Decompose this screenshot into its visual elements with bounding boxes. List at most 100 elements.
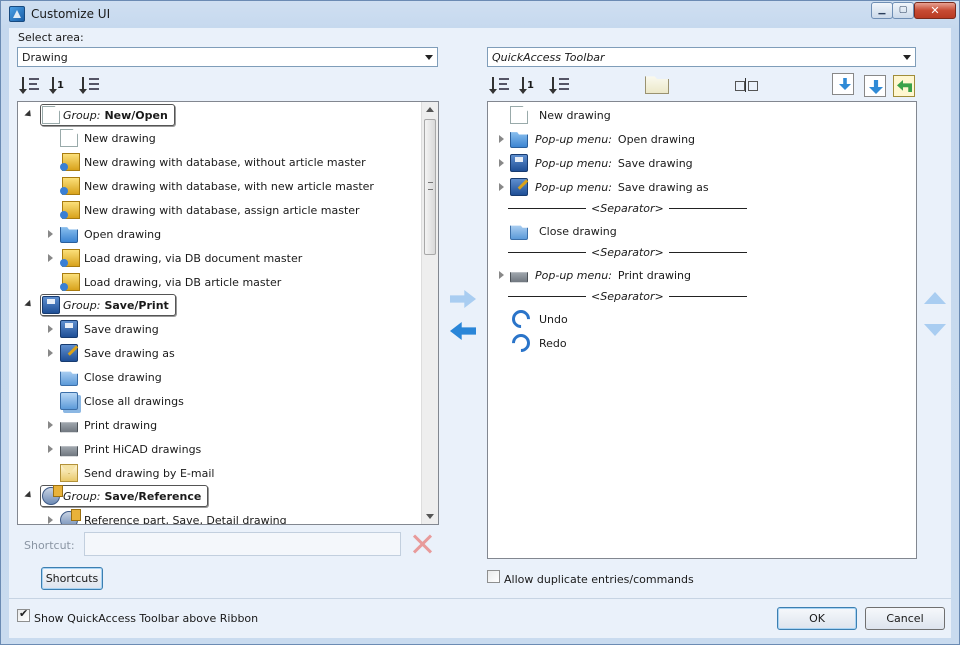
tree-item[interactable]: Load drawing, via DB article master [58,271,281,293]
toolbar-select-value: QuickAccess Toolbar [492,51,605,64]
tree-item[interactable]: New drawing [58,127,156,149]
tree-item[interactable]: Save drawing as [48,342,175,364]
toolbar-entry[interactable]: Undo [508,306,568,332]
remove-from-toolbar-icon[interactable] [450,322,476,340]
expand-icon[interactable] [48,516,53,524]
tree-scrollbar[interactable] [421,102,438,524]
tree-item-label: Send drawing by E-mail [84,466,215,480]
list-line-icon [29,83,37,85]
scroll-thumb[interactable] [424,119,436,255]
group-label: Group: [63,298,101,312]
expand-icon[interactable] [499,271,504,279]
add-separator-icon[interactable] [735,78,758,92]
toolbar-entry[interactable]: Redo [508,330,567,356]
scroll-up-icon[interactable] [426,107,434,112]
separator-entry[interactable]: <Separator> [508,244,747,260]
cancel-button[interactable]: Cancel [865,607,945,630]
reference-icon [60,509,81,524]
tree-item[interactable]: Close drawing [58,366,162,388]
expand-icon[interactable] [48,421,53,429]
move-up-icon[interactable] [924,292,946,304]
sort-tree-button[interactable] [19,76,41,94]
expand-icon[interactable] [48,325,53,333]
tree-item[interactable]: Send drawing by E-mail [58,462,214,484]
expand-icon[interactable] [48,349,53,357]
move-down-icon[interactable] [924,324,946,336]
expand-icon[interactable] [48,230,53,238]
separator-entry[interactable]: <Separator> [508,200,747,216]
tree-item[interactable]: New drawing with database, assign articl… [58,199,360,221]
collapse-icon[interactable] [24,299,34,310]
export-icon[interactable] [864,75,886,97]
toolbar-select[interactable]: QuickAccess Toolbar [487,47,916,67]
right-sort-numeric-button[interactable]: 1 [519,76,541,94]
allow-duplicates-label: Allow duplicate entries/commands [504,573,694,586]
expand-icon[interactable] [499,183,504,191]
import-icon[interactable] [832,73,854,95]
sort-arrow-icon [49,77,57,94]
group-name: New/Open [104,108,168,122]
add-to-toolbar-icon[interactable] [450,290,476,308]
toolbar-entry[interactable]: Pop-up menu: Open drawing [499,128,696,150]
tree-item[interactable]: Save drawing [48,318,159,340]
tree-group-row[interactable]: Group: New/Open [18,104,418,126]
sort-list-button[interactable] [79,76,101,94]
group-name: Save/Print [104,298,169,312]
tree-item[interactable]: New drawing with database, without artic… [58,151,366,173]
tree-item[interactable]: Open drawing [48,223,161,245]
reset-icon[interactable] [893,75,915,97]
scroll-down-icon[interactable] [426,514,434,519]
expand-icon[interactable] [499,159,504,167]
expand-icon[interactable] [499,135,504,143]
new-popup-folder-icon[interactable] [645,76,669,94]
command-tree[interactable]: Group: New/Open New drawing New drawing … [17,101,439,525]
tree-item-label: New drawing with database, with new arti… [84,179,374,193]
group-save-print: Group: Save/Print [40,294,176,316]
toolbar-entries-list[interactable]: New drawing Pop-up menu: Open drawing Po… [487,101,917,559]
minimize-button[interactable]: ▁ [871,2,893,19]
tree-item-label: Save drawing as [84,346,175,360]
ok-button[interactable]: OK [777,607,857,630]
separator-entry[interactable]: <Separator> [508,288,747,304]
entry-prefix: Pop-up menu: [535,268,612,282]
tree-item[interactable]: Close all drawings [58,390,184,412]
toolbar-entry[interactable]: Pop-up menu: Save drawing as [499,176,709,198]
toolbar-entry[interactable]: Pop-up menu: Print drawing [499,264,691,286]
tree-item[interactable]: Reference part, Save, Detail drawing [48,509,287,524]
delete-shortcut-icon[interactable] [411,533,433,555]
tree-item[interactable]: Load drawing, via DB document master [48,247,302,269]
tree-group-row[interactable]: Group: Save/Reference [18,485,418,507]
tree-item[interactable]: Print HiCAD drawings [48,438,202,460]
tree-item[interactable]: Print drawing [48,414,157,436]
tree-item-label: Print HiCAD drawings [84,442,202,456]
tree-item[interactable]: New drawing with database, with new arti… [58,175,374,197]
close-button[interactable]: ✕ [914,2,956,19]
entry-label: Open drawing [617,132,696,146]
maximize-button[interactable]: ▢ [892,2,914,19]
shortcuts-button[interactable]: Shortcuts [41,567,103,590]
toolbar-entry[interactable]: Close drawing [508,220,617,242]
list-line-icon [29,88,39,90]
right-sort-tree-button[interactable] [489,76,511,94]
save-as-icon [60,344,78,362]
sort-numeric-button[interactable]: 1 [49,76,71,94]
allow-duplicates-checkbox[interactable] [487,570,500,583]
list-line-icon [499,88,509,90]
open-folder-icon [60,227,78,243]
expand-icon[interactable] [48,445,53,453]
title-bar[interactable]: Customize UI ▁ ▢ ✕ [1,1,959,27]
collapse-icon[interactable] [24,109,34,120]
toolbar-entry[interactable]: New drawing [508,104,611,126]
entry-prefix: Pop-up menu: [535,156,612,170]
toolbar-entry[interactable]: Pop-up menu: Save drawing [499,152,693,174]
tree-group-row[interactable]: Group: Save/Print [18,294,418,316]
right-sort-list-button[interactable] [549,76,571,94]
area-select[interactable]: Drawing [17,47,438,67]
shortcut-input[interactable] [84,532,401,556]
entry-label: Redo [539,336,567,350]
save-as-icon [510,178,528,196]
show-qat-checkbox[interactable] [17,607,30,622]
expand-icon[interactable] [48,254,53,262]
collapse-icon[interactable] [24,490,34,501]
tree-item-label: Load drawing, via DB article master [84,275,282,289]
